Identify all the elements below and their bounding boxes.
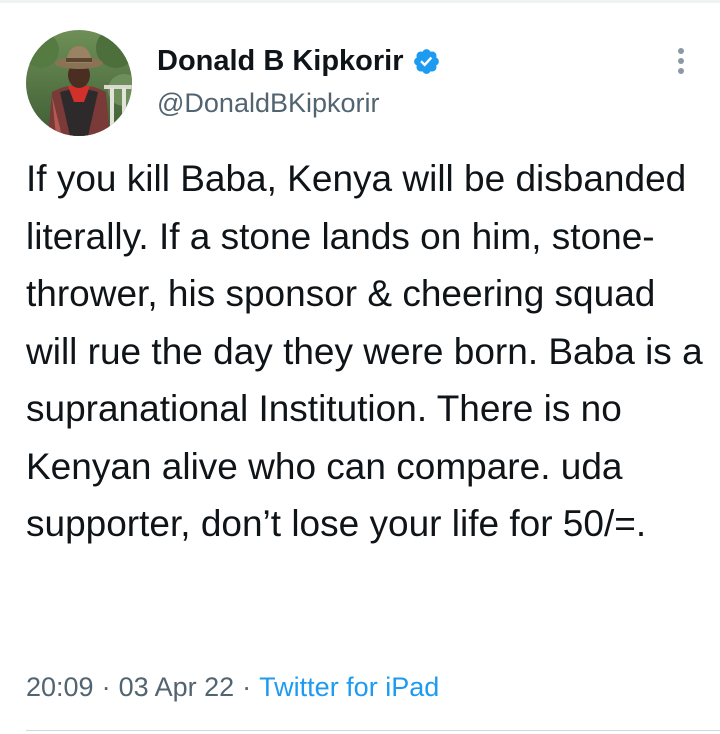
profile-photo-icon — [26, 30, 132, 136]
author-display-name[interactable]: Donald B Kipkorir — [157, 45, 404, 78]
author-handle[interactable]: @DonaldBKipkorir — [157, 88, 441, 119]
avatar[interactable] — [26, 30, 132, 136]
vertical-ellipsis-icon — [678, 48, 684, 74]
tweet-text: If you kill Baba, Kenya will be disbande… — [26, 158, 703, 544]
meta-separator: · — [101, 672, 111, 702]
tweet-time[interactable]: 20:09 — [26, 672, 94, 702]
tweet-source-link[interactable]: Twitter for iPad — [259, 672, 439, 702]
author-block: Donald B Kipkorir @DonaldBKipkorir — [157, 40, 441, 119]
tweet-date[interactable]: 03 Apr 22 — [119, 672, 235, 702]
name-row: Donald B Kipkorir — [157, 40, 441, 82]
bottom-divider — [26, 730, 720, 731]
tweet-meta: 20:09 · 03 Apr 22 · Twitter for iPad — [26, 672, 439, 703]
more-options-button[interactable] — [664, 44, 698, 78]
meta-separator: · — [242, 672, 252, 702]
top-divider — [0, 0, 720, 3]
verified-badge-icon — [412, 47, 441, 76]
